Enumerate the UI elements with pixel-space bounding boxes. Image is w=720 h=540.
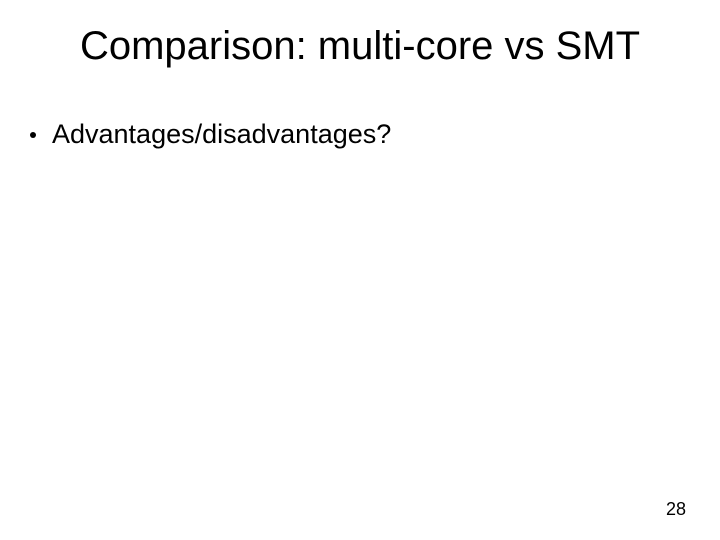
bullet-text: Advantages/disadvantages?	[52, 118, 391, 152]
bullet-icon	[30, 132, 36, 138]
list-item: Advantages/disadvantages?	[30, 118, 680, 152]
slide-title: Comparison: multi-core vs SMT	[0, 24, 720, 69]
slide: Comparison: multi-core vs SMT Advantages…	[0, 0, 720, 540]
page-number: 28	[666, 499, 686, 520]
slide-body: Advantages/disadvantages?	[30, 118, 680, 152]
